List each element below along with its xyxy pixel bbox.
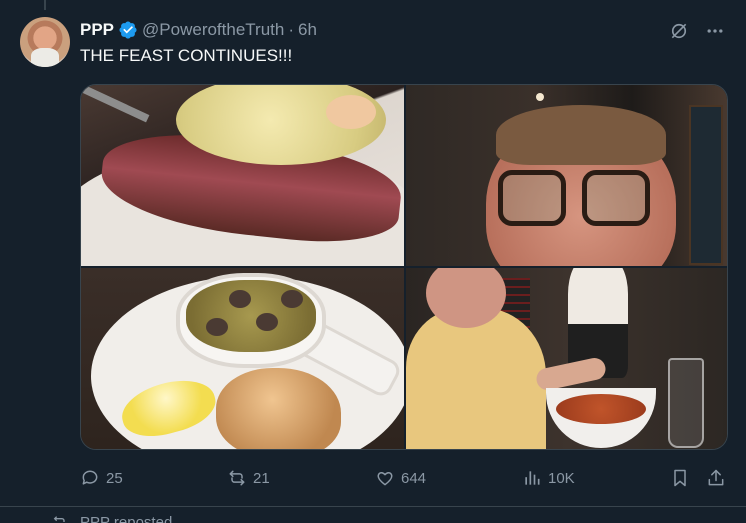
- thread-line: [44, 0, 46, 10]
- bookmark-button[interactable]: [670, 468, 690, 488]
- bread-shape: [216, 368, 341, 449]
- photo-steak-with-sauce[interactable]: [81, 85, 404, 266]
- more-options-icon[interactable]: [704, 20, 726, 42]
- repost-icon: [53, 516, 65, 522]
- bookmark-icon: [674, 469, 686, 487]
- views-chart-icon: [525, 471, 540, 485]
- shirt-shape: [406, 308, 546, 449]
- display-name[interactable]: PPP: [80, 20, 114, 40]
- next-tweet-context: PPP reposted: [52, 514, 172, 523]
- reply-icon: [82, 470, 98, 485]
- retweet-count: 21: [253, 469, 270, 487]
- soup-shape: [556, 394, 646, 424]
- share-button[interactable]: [706, 468, 726, 488]
- glasses-right-lens: [582, 170, 650, 226]
- views-button[interactable]: 10K: [522, 468, 575, 488]
- reply-button[interactable]: 25: [80, 468, 123, 488]
- glasses-left-lens: [498, 170, 566, 226]
- door-shape: [689, 105, 723, 265]
- verified-badge-icon[interactable]: [118, 20, 138, 40]
- retweet-icon: [229, 470, 245, 486]
- timestamp[interactable]: 6h: [298, 20, 317, 40]
- like-count: 644: [401, 469, 427, 487]
- photo-escargot-bread[interactable]: [81, 268, 404, 449]
- views-count: 10K: [548, 469, 575, 487]
- snail-shape: [206, 318, 228, 336]
- hair-shape: [496, 105, 666, 165]
- media-grid: [80, 84, 728, 450]
- fork-shape: [82, 85, 150, 123]
- retweet-button[interactable]: 21: [227, 468, 270, 488]
- header-actions: [668, 20, 726, 42]
- snail-shape: [281, 290, 303, 308]
- share-icon: [708, 469, 724, 486]
- tweet-actions: 25 21 644 10K: [80, 466, 728, 490]
- grok-icon[interactable]: [668, 20, 690, 42]
- shrimp-shape: [326, 95, 376, 129]
- reply-count: 25: [106, 469, 123, 487]
- user-handle[interactable]: @PoweroftheTruth: [142, 20, 284, 40]
- tweet-header: PPP @PoweroftheTruth · 6h: [80, 18, 317, 42]
- tweet-divider: [0, 506, 746, 507]
- snail-shape: [256, 313, 278, 331]
- like-button[interactable]: 644: [375, 468, 426, 488]
- photo-selfie-glasses[interactable]: [406, 85, 727, 266]
- tweet-text: THE FEAST CONTINUES!!!: [80, 46, 293, 65]
- reposted-label[interactable]: PPP reposted: [80, 514, 172, 523]
- photo-man-with-soup[interactable]: [406, 268, 727, 449]
- separator-dot: ·: [288, 20, 295, 39]
- lamp-shape: [536, 93, 544, 101]
- avatar[interactable]: [20, 17, 70, 67]
- wine-glass-shape: [668, 358, 704, 448]
- heart-icon: [377, 471, 393, 486]
- snail-shape: [229, 290, 251, 308]
